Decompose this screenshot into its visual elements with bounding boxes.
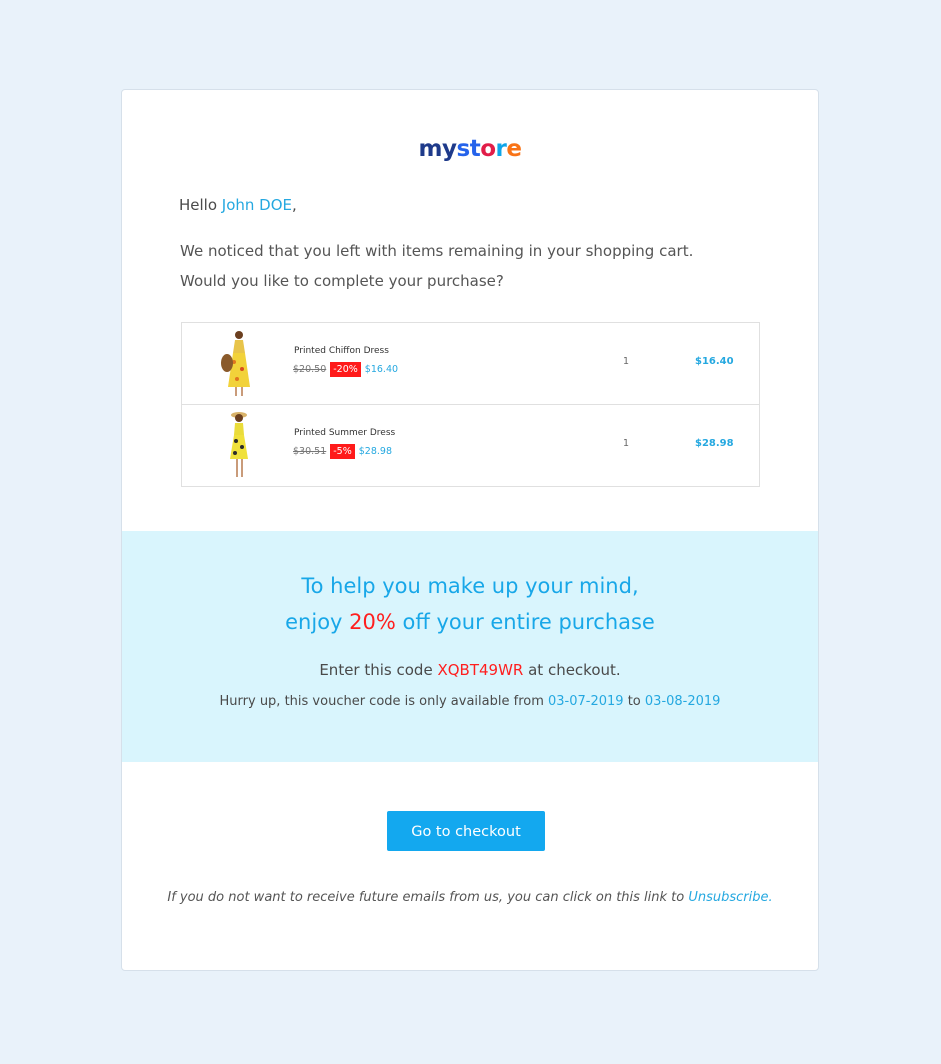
- customer-name: John DOE: [221, 196, 293, 214]
- old-price: $20.50: [293, 364, 327, 375]
- logo-text-st: st: [456, 136, 481, 162]
- intro-message: We noticed that you left with items rema…: [180, 236, 693, 296]
- quantity: 1: [623, 438, 630, 449]
- voucher-code: XQBT49WR: [437, 661, 524, 679]
- line-total: $28.98: [695, 438, 734, 449]
- voucher-code-suffix: at checkout.: [523, 661, 621, 679]
- unsubscribe-text: If you do not want to receive future ema…: [167, 890, 689, 905]
- product-prices: $20.50 -20% $16.40: [293, 362, 398, 377]
- voucher-code-line: Enter this code XQBT49WR at checkout.: [122, 661, 818, 679]
- promo-percentage: 20%: [349, 610, 396, 634]
- greeting-suffix: ,: [292, 196, 297, 214]
- product-name[interactable]: Printed Chiffon Dress: [294, 346, 389, 356]
- go-to-checkout-button[interactable]: Go to checkout: [387, 811, 545, 851]
- quantity: 1: [623, 356, 630, 367]
- cart-table: Printed Chiffon Dress $20.50 -20% $16.40…: [181, 322, 760, 487]
- promo-headline: To help you make up your mind, enjoy 20%…: [122, 568, 818, 640]
- promo-headline-line-2: enjoy 20% off your entire purchase: [122, 604, 818, 640]
- unit-price: $16.40: [364, 364, 399, 375]
- discount-badge: -20%: [330, 362, 361, 377]
- email-card: mystore Hello John DOE, We noticed that …: [121, 89, 819, 971]
- discount-badge: -5%: [330, 444, 355, 459]
- valid-from-date: 03-07-2019: [548, 694, 624, 709]
- voucher-validity: Hurry up, this voucher code is only avai…: [122, 694, 818, 709]
- greeting-prefix: Hello: [179, 196, 222, 214]
- logo-text-my: my: [418, 136, 457, 162]
- valid-to-date: 03-08-2019: [644, 694, 721, 709]
- old-price: $30.51: [293, 446, 327, 457]
- greeting: Hello John DOE,: [179, 196, 297, 214]
- product-name[interactable]: Printed Summer Dress: [294, 428, 395, 438]
- logo-text-r: r: [495, 136, 507, 162]
- validity-prefix: Hurry up, this voucher code is only avai…: [219, 694, 549, 709]
- cart-row: Printed Summer Dress $30.51 -5% $28.98 1…: [182, 404, 759, 486]
- unsubscribe-link[interactable]: Unsubscribe.: [688, 890, 772, 905]
- promo-offer-text: off your entire purchase: [395, 610, 655, 634]
- intro-line-2: Would you like to complete your purchase…: [180, 272, 504, 290]
- line-total: $16.40: [695, 356, 734, 367]
- promo-enjoy-text: enjoy: [285, 610, 350, 634]
- promo-headline-line-1: To help you make up your mind,: [301, 574, 639, 598]
- product-image-dress[interactable]: [202, 409, 272, 481]
- unsubscribe-note: If you do not want to receive future ema…: [122, 890, 818, 905]
- voucher-code-prefix: Enter this code: [319, 661, 438, 679]
- intro-line-1: We noticed that you left with items rema…: [180, 242, 694, 260]
- unit-price: $28.98: [358, 446, 392, 457]
- cart-row: Printed Chiffon Dress $20.50 -20% $16.40…: [182, 323, 759, 404]
- validity-to-word: to: [623, 694, 645, 709]
- logo-text-o: o: [480, 136, 496, 162]
- promo-banner: To help you make up your mind, enjoy 20%…: [122, 531, 818, 762]
- product-image-dress[interactable]: [202, 327, 272, 399]
- product-prices: $30.51 -5% $28.98: [293, 444, 392, 459]
- store-logo[interactable]: mystore: [122, 134, 818, 164]
- logo-text-e: e: [506, 136, 522, 162]
